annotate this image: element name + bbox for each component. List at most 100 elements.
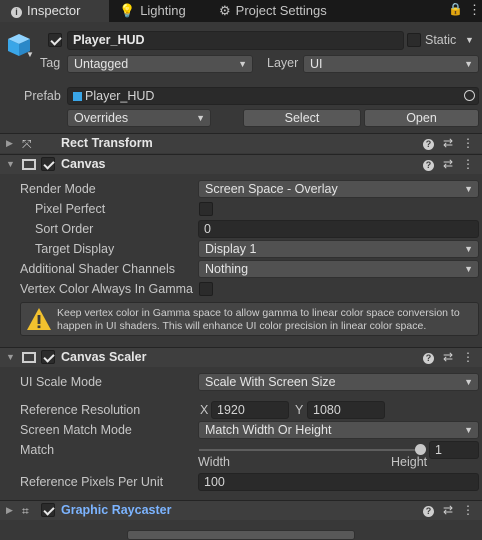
rect-transform-title: Rect Transform [61,136,153,150]
match-label: Match [20,443,55,457]
canvas-scaler-title: Canvas Scaler [61,350,147,364]
context-menu-icon[interactable]: ⋮ [462,136,474,150]
lock-icon[interactable]: 🔒 [448,2,463,16]
prefab-field[interactable]: Player_HUD [67,87,479,105]
open-button[interactable]: Open [364,109,479,127]
gear-icon: ⚙ [219,3,231,18]
render-mode-label: Render Mode [20,182,96,196]
target-display-label: Target Display [35,242,115,256]
active-checkbox[interactable] [48,33,62,47]
sort-order-label: Sort Order [35,222,94,236]
pixel-perfect-label: Pixel Perfect [35,202,106,216]
match-slider-track[interactable] [199,449,423,451]
overrides-dropdown[interactable]: Overrides ▼ [67,109,211,127]
chevron-down-icon: ▼ [196,113,205,123]
shader-channels-value: Nothing [205,262,249,276]
context-menu-icon[interactable]: ⋮ [462,503,474,517]
help-icon[interactable]: ? [422,506,434,517]
match-value-field[interactable]: 1 [429,441,479,459]
tab-lighting[interactable]: 💡 Lighting [119,0,219,22]
pixel-perfect-checkbox[interactable] [199,202,213,216]
object-name-field[interactable]: Player_HUD [67,31,404,50]
tab-inspector[interactable]: i Inspector [0,0,109,22]
layer-dropdown[interactable]: UI ▼ [303,55,479,73]
fold-arrow-down-icon[interactable]: ▼ [6,159,15,169]
canvas-icon [22,159,36,170]
chevron-down-icon: ▼ [464,184,473,194]
tab-menu-icon[interactable]: ⋮ [468,2,481,18]
select-button[interactable]: Select [243,109,361,127]
graphic-raycaster-title: Graphic Raycaster [61,503,172,517]
shader-channels-label: Additional Shader Channels [20,262,175,276]
prefab-value: Player_HUD [85,89,155,103]
vertex-color-checkbox[interactable] [199,282,213,296]
canvas-scaler-enabled-checkbox[interactable] [41,350,55,364]
match-slider-handle[interactable] [415,444,426,455]
object-picker-icon[interactable] [464,90,475,101]
help-icon[interactable]: ? [422,353,434,364]
static-label: Static [425,33,457,47]
preset-icon[interactable]: ⇄ [443,350,453,364]
resolution-x-label: X [200,403,209,417]
preset-icon[interactable]: ⇄ [443,157,453,171]
static-dropdown-arrow-icon[interactable]: ▼ [465,35,474,45]
layer-value: UI [310,57,323,71]
help-icon[interactable]: ? [422,160,434,171]
canvas-title: Canvas [61,157,106,171]
tag-label: Tag [40,56,61,70]
static-checkbox[interactable] [407,33,421,47]
screen-match-mode-value: Match Width Or Height [205,423,332,437]
preset-icon[interactable]: ⇄ [443,503,453,517]
sort-order-field[interactable]: 0 [198,220,479,238]
shader-channels-dropdown[interactable]: Nothing ▼ [198,260,479,278]
fold-arrow-down-icon[interactable]: ▼ [6,352,15,362]
fold-arrow-right-icon[interactable]: ▶ [6,505,13,516]
add-component-button[interactable] [127,530,355,540]
resolution-x-field[interactable]: 1920 [211,401,289,419]
icon-dropdown-arrow-icon[interactable]: ▼ [26,50,34,59]
canvas-header[interactable]: ▼ Canvas ? ⇄ ⋮ [0,154,482,174]
canvas-enabled-checkbox[interactable] [41,157,55,171]
chevron-down-icon: ▼ [464,59,473,69]
chevron-down-icon: ▼ [238,59,247,69]
canvas-scaler-header[interactable]: ▼ Canvas Scaler ? ⇄ ⋮ [0,347,482,367]
pixels-per-unit-label: Reference Pixels Per Unit [20,475,164,489]
match-height-label: Height [391,455,428,469]
tab-lighting-label: Lighting [140,3,186,18]
help-icon[interactable]: ? [422,139,434,150]
target-display-value: Display 1 [205,242,257,256]
resolution-y-label: Y [295,403,304,417]
vertex-color-label: Vertex Color Always In Gamma [20,282,193,296]
warning-box: Keep vertex color in Gamma space to allo… [20,302,479,336]
render-mode-dropdown[interactable]: Screen Space - Overlay ▼ [198,180,479,198]
canvas-scaler-icon [22,352,36,363]
target-display-dropdown[interactable]: Display 1 ▼ [198,240,479,258]
scale-mode-value: Scale With Screen Size [205,375,336,389]
tab-bar: i Inspector 💡 Lighting ⚙ Project Settings 🔒… [0,0,482,22]
tab-project-settings-label: Project Settings [235,3,327,18]
preset-icon[interactable]: ⇄ [443,136,453,150]
overrides-label: Overrides [74,111,129,125]
info-icon: i [11,7,22,18]
graphic-raycaster-enabled-checkbox[interactable] [41,503,55,517]
tag-dropdown[interactable]: Untagged ▼ [67,55,253,73]
chevron-down-icon: ▼ [464,264,473,274]
screen-match-mode-dropdown[interactable]: Match Width Or Height ▼ [198,421,479,439]
tag-value: Untagged [74,57,129,71]
prefab-label: Prefab [24,89,61,103]
match-width-label: Width [198,455,230,469]
warning-icon [26,307,52,334]
rect-transform-header[interactable]: ▶ ⤧ Rect Transform ? ⇄ ⋮ [0,133,482,153]
context-menu-icon[interactable]: ⋮ [462,350,474,364]
bulb-icon: 💡 [119,3,136,18]
graphic-raycaster-header[interactable]: ▶ ⌗ Graphic Raycaster ? ⇄ ⋮ [0,500,482,520]
chevron-down-icon: ▼ [464,377,473,387]
layer-label: Layer [267,56,299,70]
fold-arrow-right-icon[interactable]: ▶ [6,138,13,149]
tab-project-settings[interactable]: ⚙ Project Settings [219,0,379,22]
scale-mode-dropdown[interactable]: Scale With Screen Size ▼ [198,373,479,391]
context-menu-icon[interactable]: ⋮ [462,157,474,171]
pixels-per-unit-field[interactable]: 100 [198,473,479,491]
resolution-y-field[interactable]: 1080 [307,401,385,419]
chevron-down-icon: ▼ [464,425,473,435]
